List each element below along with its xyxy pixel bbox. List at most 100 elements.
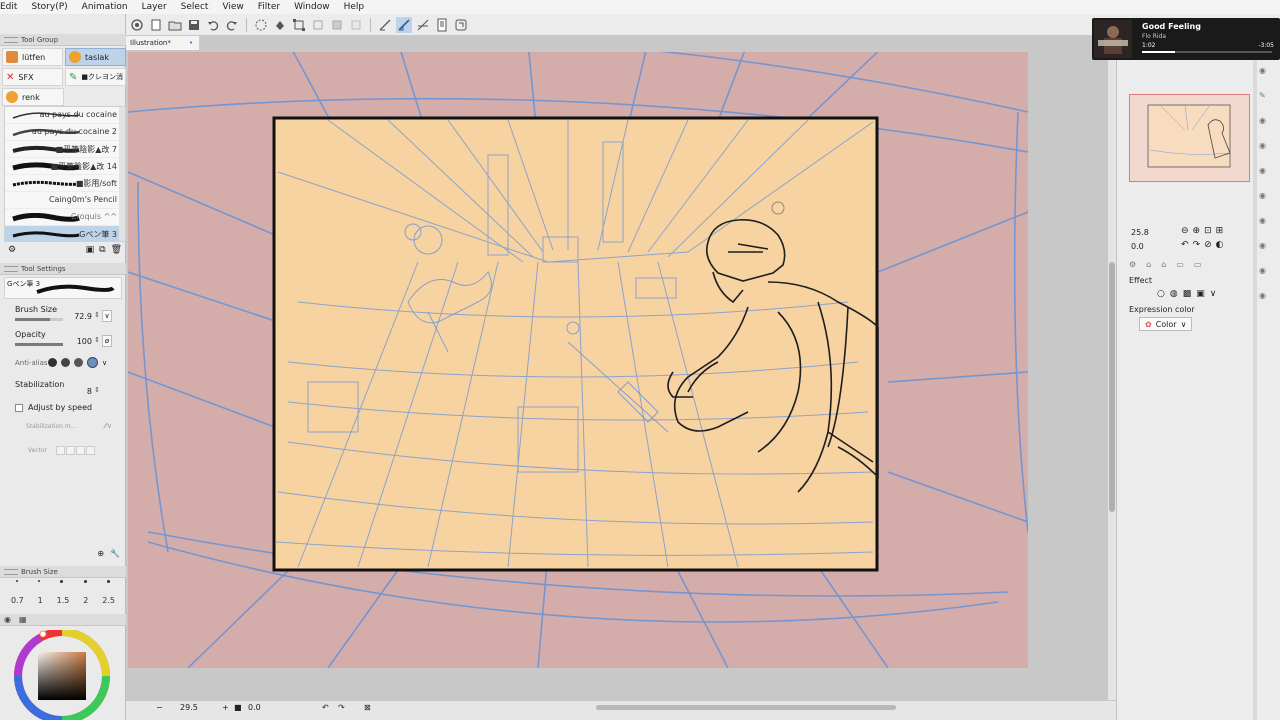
brush-item[interactable]: ■平筆陰影▲改 7	[5, 141, 125, 158]
document-icon[interactable]	[434, 17, 450, 33]
brush-item[interactable]: au pays du cocaine 2	[5, 124, 125, 141]
color-set-tab-icon[interactable]: ▦	[19, 615, 27, 624]
zoom-out-icon[interactable]: −	[156, 703, 163, 712]
pencil-icon[interactable]: ✎	[1259, 91, 1266, 100]
settings-icon[interactable]	[453, 17, 469, 33]
add-brush-icon[interactable]: ▣	[86, 245, 95, 255]
new-file-icon[interactable]	[148, 17, 164, 33]
layer-color-icon[interactable]: ▣	[1196, 289, 1205, 299]
tool-group-sfx[interactable]: ✕ SFX	[2, 68, 63, 86]
tool-group-taslak[interactable]: taslak	[65, 48, 126, 66]
brush-size-value[interactable]: 72.9	[74, 312, 92, 321]
anti-alias-none-icon[interactable]	[48, 358, 57, 367]
copy-brush-icon[interactable]: ⧉	[99, 245, 105, 255]
anti-alias-options[interactable]: ∨	[48, 357, 107, 368]
tool-group-renk[interactable]: renk	[2, 88, 64, 106]
panel-grip-icon[interactable]	[4, 265, 18, 272]
watercolor-effect-icon[interactable]: ◍	[1170, 289, 1178, 299]
rotation-value[interactable]: 0.0	[248, 703, 261, 712]
rotate-left-icon[interactable]: ↶	[322, 703, 329, 712]
adjust-speed-checkbox[interactable]	[15, 404, 23, 412]
chevron-down-icon[interactable]: ∨	[102, 359, 107, 367]
layer-eye-icon[interactable]: ◉	[1259, 166, 1266, 175]
expression-color-select[interactable]: ✿ Color ∨	[1139, 317, 1193, 331]
brush-list-scrollbar[interactable]	[119, 107, 125, 241]
brush-item[interactable]: ■平筆陰影▲改 14	[5, 158, 125, 175]
rotate-right-icon[interactable]: ↷	[1193, 240, 1201, 250]
brush-item-selected[interactable]: Gペン筆 3	[5, 226, 125, 243]
track-progress-bar[interactable]	[1142, 51, 1272, 53]
zoom-in-icon[interactable]: ⊕	[1193, 226, 1201, 236]
panel-grip-icon[interactable]	[4, 36, 18, 43]
clear-icon[interactable]	[253, 17, 269, 33]
layer-tab-icon[interactable]: ▭	[1194, 260, 1202, 272]
delete-brush-icon[interactable]: 🗑	[111, 245, 122, 255]
menu-filter[interactable]: Filter	[251, 0, 287, 14]
menu-view[interactable]: View	[215, 0, 250, 14]
color-wheel[interactable]	[10, 630, 120, 720]
navigator-angle-value[interactable]: 0.0	[1131, 242, 1144, 251]
horizontal-scroll-thumb[interactable]	[596, 705, 896, 710]
spinner-icon[interactable]: ⇕	[94, 311, 100, 319]
undo-icon[interactable]	[205, 17, 221, 33]
navigator-zoom-value[interactable]: 25.8	[1131, 228, 1149, 237]
wrench-icon[interactable]: 🔧	[110, 549, 120, 561]
layer-eye-icon[interactable]: ◉	[1259, 241, 1266, 250]
deselect-icon[interactable]	[310, 17, 326, 33]
crop-icon[interactable]	[348, 17, 364, 33]
border-effect-icon[interactable]: ○	[1157, 289, 1165, 299]
brush-size-preset[interactable]: 0.7	[11, 596, 24, 605]
brush-item[interactable]: ■影用/soft	[5, 175, 125, 192]
reset-icon[interactable]: ⊕	[97, 549, 104, 561]
grid-snap-icon[interactable]	[415, 17, 431, 33]
fill-icon[interactable]	[272, 17, 288, 33]
layer-eye-icon[interactable]: ◉	[1259, 191, 1266, 200]
menu-edit[interactable]: Edit	[0, 0, 24, 14]
canvas-area[interactable]: Illustration* •	[126, 36, 1108, 700]
invert-selection-icon[interactable]	[329, 17, 345, 33]
chevron-down-icon[interactable]: ∨	[1210, 289, 1217, 299]
menu-help[interactable]: Help	[337, 0, 372, 14]
menu-window[interactable]: Window	[287, 0, 337, 14]
media-notification[interactable]: Good Feeling Flo Rida 1:02 -3:05	[1092, 18, 1280, 60]
anti-alias-medium-icon[interactable]	[74, 358, 83, 367]
flip-icon[interactable]: ⊠	[364, 703, 371, 712]
fit-icon[interactable]: ■	[234, 703, 242, 712]
layer-eye-icon[interactable]: ◉	[1259, 66, 1266, 75]
open-folder-icon[interactable]	[167, 17, 183, 33]
drawing-canvas[interactable]	[128, 52, 1028, 668]
actual-size-icon[interactable]: ⊞	[1216, 226, 1224, 236]
special-ruler-snap-icon[interactable]	[396, 16, 412, 33]
brush-item[interactable]: au pays du cocaine	[5, 107, 125, 124]
opacity-link-icon[interactable]: ø	[102, 335, 112, 347]
vector-options[interactable]	[56, 446, 95, 455]
navigator-preview[interactable]	[1129, 94, 1250, 182]
document-tab[interactable]: Illustration* •	[126, 36, 200, 50]
brush-size-preset[interactable]: 1	[38, 596, 43, 605]
brush-size-preset[interactable]: 2.5	[102, 596, 115, 605]
stabilization-value[interactable]: 8	[87, 387, 92, 396]
color-wheel-tab-icon[interactable]: ◉	[4, 615, 11, 624]
brush-item[interactable]: Caing0m's Pencil	[5, 192, 125, 209]
layer-tab-icon[interactable]: ⌂	[1161, 260, 1166, 272]
tone-effect-icon[interactable]: ▩	[1183, 289, 1192, 299]
layer-search-tab-icon[interactable]: ⌂	[1146, 260, 1151, 272]
zoom-in-icon[interactable]: +	[222, 703, 229, 712]
redo-icon[interactable]	[224, 17, 240, 33]
sub-tool-menu-icon[interactable]: ⚙	[8, 245, 16, 255]
save-icon[interactable]	[186, 17, 202, 33]
layer-eye-icon[interactable]: ◉	[1259, 141, 1266, 150]
tool-group-crayon-eraser[interactable]: ✎ ■クレヨン消	[65, 68, 126, 86]
layer-property-tab-icon[interactable]: ⚙	[1129, 260, 1136, 272]
tool-group-lutfen[interactable]: lütfen	[2, 48, 63, 66]
opacity-value[interactable]: 100	[77, 337, 92, 346]
layer-eye-icon[interactable]: ◉	[1259, 116, 1266, 125]
scroll-thumb[interactable]	[1109, 262, 1115, 512]
brush-size-preset[interactable]: 2	[83, 596, 88, 605]
menu-animation[interactable]: Animation	[75, 0, 135, 14]
flip-horizontal-icon[interactable]: ◐	[1216, 240, 1224, 250]
brush-size-preset[interactable]: 1.5	[57, 596, 70, 605]
menu-layer[interactable]: Layer	[135, 0, 174, 14]
pressure-icon[interactable]: ⁄⁄∨	[105, 422, 112, 430]
spinner-icon[interactable]: ⇕	[94, 336, 100, 344]
